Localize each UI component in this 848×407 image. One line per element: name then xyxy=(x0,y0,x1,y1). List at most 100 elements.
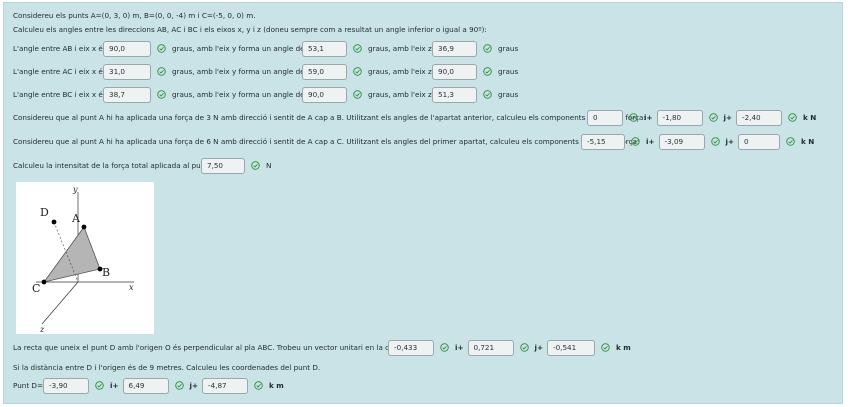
total-force-unit: N xyxy=(266,161,272,170)
force1-j-input[interactable]: -1,80 xyxy=(656,109,703,126)
triangle-abc xyxy=(43,226,101,283)
point-c xyxy=(41,279,47,285)
angle-ac-x-input[interactable]: 31,0 xyxy=(103,63,151,80)
j-unit-label: j+ xyxy=(534,343,544,352)
check-icon xyxy=(157,67,166,76)
unit-vector-row: La recta que uneix el punt D amb l'orige… xyxy=(13,339,631,356)
geometry-figure: D A B C y x z xyxy=(16,182,154,334)
force1-row: Considereu que al punt A hi ha aplicada … xyxy=(13,109,816,126)
z-axis xyxy=(41,281,79,325)
angle-row-mid1: graus, amb l'eix y forma un angle de xyxy=(172,44,305,53)
label-b: B xyxy=(102,266,110,279)
angle-row-mid2: graus, amb l'eix z, xyxy=(368,90,435,99)
force2-j-input[interactable]: -3,09 xyxy=(658,133,705,150)
j-unit-label: j+ xyxy=(725,137,735,146)
unit-vector-i-input[interactable]: -0,433 xyxy=(388,339,434,356)
force1-i-input[interactable]: 0 xyxy=(587,109,623,126)
angles-instruction: Calculeu els angles entre les direccions… xyxy=(13,21,487,38)
check-icon xyxy=(483,90,492,99)
check-icon xyxy=(353,67,362,76)
angle-row-ac: L'angle entre AC i eix x és 31,0 graus, … xyxy=(13,63,518,80)
check-icon xyxy=(254,381,263,390)
axis-label-z: z xyxy=(39,325,45,334)
point-d-j-input[interactable]: 6,49 xyxy=(122,377,169,394)
force1-k-input[interactable]: -2,40 xyxy=(736,109,782,126)
angle-row-mid2: graus, amb l'eix z, xyxy=(368,67,435,76)
question-panel: Considereu els punts A=(0, 3, 0) m, B=(0… xyxy=(3,2,843,404)
distance-row: Si la distància entre D i l'origen és de… xyxy=(13,359,320,376)
angle-bc-x-input[interactable]: 38,7 xyxy=(103,86,151,103)
label-c: C xyxy=(32,282,40,295)
point-d-i-input[interactable]: -3,90 xyxy=(43,377,89,394)
point-a xyxy=(81,224,87,230)
angle-ac-y-input[interactable]: 59,0 xyxy=(302,63,347,80)
figure-svg: D A B C y x z xyxy=(32,185,134,334)
unit-vector-j-input[interactable]: 0,721 xyxy=(467,339,514,356)
k-unit-label: k m xyxy=(616,343,631,352)
angle-row-mid1: graus, amb l'eix y forma un angle de xyxy=(172,67,305,76)
angle-row-end: graus xyxy=(498,90,519,99)
angle-row-mid2: graus, amb l'eix z, xyxy=(368,44,435,53)
j-unit-label: j+ xyxy=(189,381,199,390)
label-d: D xyxy=(40,206,49,219)
angle-row-ab: L'angle entre AB i eix x és 90,0 graus, … xyxy=(13,40,518,57)
axis-label-x: x xyxy=(129,283,134,292)
angle-row-end: graus xyxy=(498,44,519,53)
angle-bc-z-input[interactable]: 51,3 xyxy=(432,86,477,103)
total-force-input[interactable]: 7,50 xyxy=(201,157,245,174)
force2-i-input[interactable]: -5,15 xyxy=(581,133,625,150)
instruction-text: Calculeu els angles entre les direccions… xyxy=(13,25,487,34)
angle-row-bc: L'angle entre BC i eix x és 38,7 graus, … xyxy=(13,86,518,103)
check-icon xyxy=(601,343,610,352)
unit-vector-k-input[interactable]: -0,541 xyxy=(547,339,595,356)
i-unit-label: i+ xyxy=(110,381,119,390)
force1-text: Considereu que al punt A hi ha aplicada … xyxy=(13,113,646,122)
angle-bc-y-input[interactable]: 90,0 xyxy=(302,86,347,103)
total-force-row: Calculeu la intensitat de la força total… xyxy=(13,157,271,174)
total-force-text: Calculeu la intensitat de la força total… xyxy=(13,161,218,170)
unit-vector-text: La recta que uneix el punt D amb l'orige… xyxy=(13,343,430,352)
angle-ab-z-input[interactable]: 36,9 xyxy=(432,40,477,57)
check-icon xyxy=(157,44,166,53)
point-d-row: Punt D= -3,90 i+ 6,49 j+ -4,87 k m xyxy=(13,377,284,394)
check-icon xyxy=(631,137,640,146)
point-d-k-input[interactable]: -4,87 xyxy=(202,377,248,394)
force2-text: Considereu que al punt A hi ha aplicada … xyxy=(13,137,640,146)
angle-row-label: L'angle entre AB i eix x és xyxy=(13,44,107,53)
angle-row-label: L'angle entre BC i eix x és xyxy=(13,90,107,99)
axis-label-y: y xyxy=(72,185,78,194)
check-icon xyxy=(157,90,166,99)
check-icon xyxy=(519,343,529,352)
angle-row-label: L'angle entre AC i eix x és xyxy=(13,67,107,76)
distance-text: Si la distància entre D i l'origen és de… xyxy=(13,363,321,372)
point-d xyxy=(51,219,57,225)
i-unit-label: i+ xyxy=(455,343,464,352)
angle-ac-z-input[interactable]: 90,0 xyxy=(432,63,477,80)
check-icon xyxy=(710,137,720,146)
check-icon xyxy=(95,381,104,390)
check-icon xyxy=(440,343,449,352)
i-unit-label: i+ xyxy=(646,137,655,146)
k-unit-label: k N xyxy=(801,137,815,146)
angle-ab-x-input[interactable]: 90,0 xyxy=(103,40,151,57)
k-unit-label: k m xyxy=(269,381,284,390)
k-unit-label: k N xyxy=(803,113,817,122)
check-icon xyxy=(629,113,638,122)
check-icon xyxy=(353,90,362,99)
check-icon xyxy=(174,381,184,390)
check-icon xyxy=(251,161,260,170)
angle-ab-y-input[interactable]: 53,1 xyxy=(302,40,347,57)
label-a: A xyxy=(71,212,81,225)
check-icon xyxy=(788,113,797,122)
angle-row-end: graus xyxy=(498,67,519,76)
force2-k-input[interactable]: 0 xyxy=(738,133,780,150)
statement-text: Considereu els punts A=(0, 3, 0) m, B=(0… xyxy=(13,11,256,20)
check-icon xyxy=(483,67,492,76)
angle-row-mid1: graus, amb l'eix y forma un angle de xyxy=(172,90,305,99)
check-icon xyxy=(353,44,362,53)
check-icon xyxy=(786,137,795,146)
point-d-label: Punt D= xyxy=(13,381,43,390)
i-unit-label: i+ xyxy=(644,113,653,122)
force2-row: Considereu que al punt A hi ha aplicada … xyxy=(13,133,814,150)
j-unit-label: j+ xyxy=(723,113,733,122)
